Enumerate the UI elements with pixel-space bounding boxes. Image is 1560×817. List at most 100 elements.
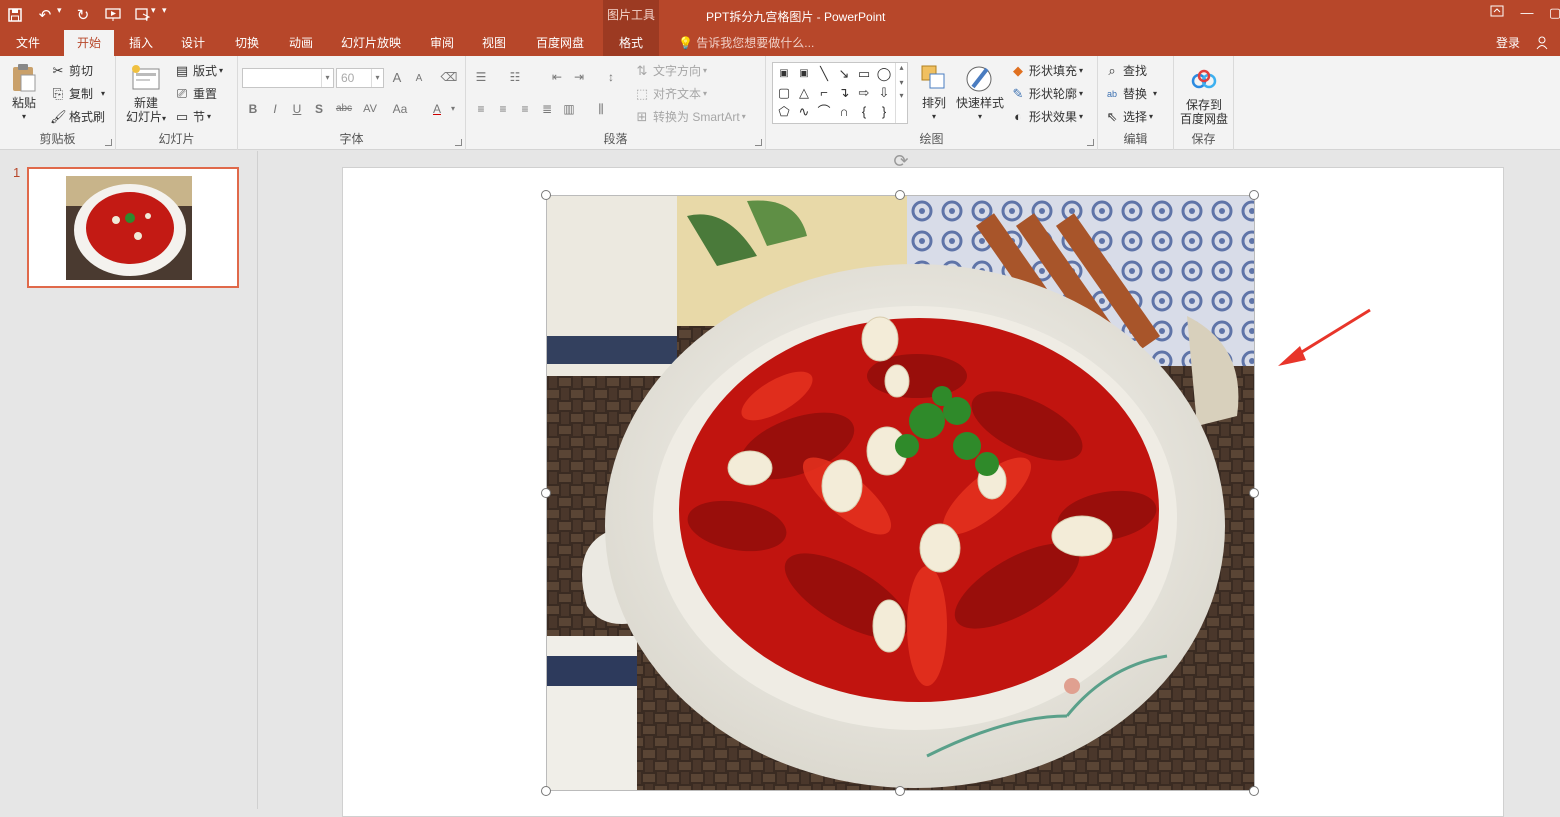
shape-effects-button[interactable]: ◐ 形状效果 ▾ — [1010, 108, 1083, 125]
drawing-launcher-icon[interactable] — [1087, 139, 1094, 146]
scribble-shape-icon[interactable]: ∿ — [795, 103, 813, 121]
slide-thumbnail[interactable] — [27, 167, 239, 288]
textbox-shape-icon[interactable]: ▣ — [775, 65, 793, 83]
shapes-gallery[interactable]: ▣ ▣ ╲ ↘ ▭ ◯ ▢ △ ⌐ ↴ ⇨ ⇩ ⬠ ∿ ⌒ ∩ { } ▴ ▾ ▾ — [772, 62, 908, 124]
tab-design[interactable]: 设计 — [170, 30, 216, 56]
select-button[interactable]: ⇖ 选择 ▾ — [1104, 108, 1153, 125]
find-button[interactable]: ⌕ 查找 — [1104, 62, 1147, 79]
undo-dropdown-icon[interactable]: ▾ — [57, 5, 62, 16]
character-spacing-button[interactable]: AV — [358, 100, 382, 118]
line-shape-icon[interactable]: ╲ — [815, 65, 833, 83]
share-icon[interactable] — [1536, 30, 1550, 56]
down-arrow-shape-icon[interactable]: ⇩ — [875, 84, 893, 102]
bold-button[interactable]: B — [244, 100, 262, 118]
curve-shape-icon[interactable]: ∩ — [835, 103, 853, 121]
replace-button[interactable]: ab 替换 ▾ — [1104, 85, 1157, 102]
rectangle-shape-icon[interactable]: ▭ — [855, 65, 873, 83]
start-from-beginning-icon[interactable] — [102, 4, 124, 26]
clipboard-launcher-icon[interactable] — [105, 139, 112, 146]
resize-handle-bottom-right[interactable] — [1249, 786, 1259, 796]
reset-button[interactable]: ⎚ 重置 — [174, 85, 217, 102]
minimize-icon[interactable]: — — [1516, 4, 1538, 22]
shadow-button[interactable]: S — [310, 100, 328, 118]
tab-transitions[interactable]: 切换 — [224, 30, 270, 56]
tab-format[interactable]: 格式 — [603, 30, 659, 56]
columns-icon[interactable]: ⫼ — [592, 100, 610, 118]
resize-handle-top[interactable] — [895, 190, 905, 200]
arrow-line-shape-icon[interactable]: ↘ — [835, 65, 853, 83]
tell-me-search[interactable]: 💡 告诉我您想要做什么... — [678, 30, 814, 56]
paste-dropdown-icon[interactable]: ▾ — [6, 110, 42, 124]
maximize-icon[interactable]: ▢ — [1544, 4, 1560, 22]
copy-dropdown-icon[interactable]: ▾ — [101, 89, 105, 98]
login-link[interactable]: 登录 — [1496, 30, 1520, 56]
shrink-font-button[interactable]: A — [410, 70, 428, 88]
redo-icon[interactable]: ↻ — [72, 4, 94, 26]
paragraph-launcher-icon[interactable] — [755, 139, 762, 146]
right-arrow-shape-icon[interactable]: ⇨ — [855, 84, 873, 102]
numbering-icon[interactable]: ☷ — [506, 68, 524, 86]
shape-outline-button[interactable]: ✎ 形状轮廓 ▾ — [1010, 85, 1083, 102]
right-brace-shape-icon[interactable]: } — [875, 103, 893, 121]
resize-handle-bottom[interactable] — [895, 786, 905, 796]
align-left-icon[interactable]: ≡ — [472, 100, 490, 118]
clear-formatting-icon[interactable]: ⌫ — [440, 68, 458, 86]
quick-styles-button[interactable]: 快速样式 ▾ — [954, 62, 1006, 124]
justify-icon[interactable]: ≣ — [538, 100, 556, 118]
format-painter-button[interactable]: 🖌 格式刷 — [50, 108, 105, 125]
text-direction-button[interactable]: ⇅ 文字方向 ▾ — [634, 62, 707, 79]
arrange-button[interactable]: 排列 ▾ — [914, 62, 954, 124]
triangle-shape-icon[interactable]: △ — [795, 84, 813, 102]
align-center-icon[interactable]: ≡ — [494, 100, 512, 118]
oval-shape-icon[interactable]: ◯ — [875, 65, 893, 83]
font-name-dropdown-icon[interactable]: ▾ — [321, 69, 333, 87]
rounded-rectangle-shape-icon[interactable]: ▢ — [775, 84, 793, 102]
gallery-more-icon[interactable]: ▾ — [896, 91, 907, 100]
font-color-dropdown-icon[interactable]: ▾ — [444, 100, 462, 118]
customize-qat-icon[interactable]: ▾ — [162, 5, 167, 16]
gallery-up-icon[interactable]: ▴ — [896, 63, 907, 72]
grow-font-button[interactable]: A — [388, 69, 406, 87]
resize-handle-left[interactable] — [541, 488, 551, 498]
align-right-icon[interactable]: ≡ — [516, 100, 534, 118]
strikethrough-button[interactable]: abc — [332, 100, 356, 118]
gallery-down-icon[interactable]: ▾ — [896, 78, 907, 87]
resize-handle-top-right[interactable] — [1249, 190, 1259, 200]
selected-picture[interactable] — [546, 195, 1255, 791]
arc-shape-icon[interactable]: ⌒ — [815, 103, 833, 121]
tab-review[interactable]: 审阅 — [420, 30, 464, 56]
distribute-icon[interactable]: ▥ — [560, 100, 578, 118]
bullets-icon[interactable]: ☰ — [472, 68, 490, 86]
tab-home[interactable]: 开始 — [64, 30, 114, 56]
tab-slideshow[interactable]: 幻灯片放映 — [333, 30, 409, 56]
shape-fill-button[interactable]: ◆ 形状填充 ▾ — [1010, 62, 1083, 79]
rotate-handle-icon[interactable]: ⟳ — [891, 151, 911, 171]
vertical-textbox-shape-icon[interactable]: ▣ — [795, 65, 813, 83]
tab-baidu-netdisk[interactable]: 百度网盘 — [526, 30, 594, 56]
paste-button[interactable]: 粘贴 ▾ — [6, 62, 42, 124]
line-spacing-icon[interactable]: ↕ — [602, 68, 620, 86]
tab-view[interactable]: 视图 — [472, 30, 516, 56]
font-launcher-icon[interactable] — [455, 139, 462, 146]
font-name-combo[interactable]: ▾ — [242, 68, 334, 88]
save-to-baidu-button[interactable]: 保存到 百度网盘 — [1176, 64, 1232, 126]
left-brace-shape-icon[interactable]: { — [855, 103, 873, 121]
font-size-combo[interactable]: 60 ▾ — [336, 68, 384, 88]
copy-button[interactable]: ⎘ 复制 ▾ — [50, 85, 105, 102]
resize-handle-bottom-left[interactable] — [541, 786, 551, 796]
elbow-arrow-shape-icon[interactable]: ↴ — [835, 84, 853, 102]
section-button[interactable]: ▭ 节 ▾ — [174, 108, 211, 125]
tab-animations[interactable]: 动画 — [278, 30, 324, 56]
resize-handle-right[interactable] — [1249, 488, 1259, 498]
tab-insert[interactable]: 插入 — [118, 30, 164, 56]
gallery-scroll[interactable]: ▴ ▾ ▾ — [895, 63, 907, 123]
touch-mode-dropdown-icon[interactable]: ▾ — [151, 5, 156, 16]
layout-button[interactable]: ▤ 版式 ▾ — [174, 62, 223, 79]
ribbon-display-options-icon[interactable] — [1486, 4, 1508, 22]
freeform-shape-icon[interactable]: ⬠ — [775, 103, 793, 121]
tab-file[interactable]: 文件 — [6, 30, 50, 56]
undo-icon[interactable]: ↶ — [34, 4, 56, 26]
align-text-button[interactable]: ⬚ 对齐文本 ▾ — [634, 85, 707, 102]
underline-button[interactable]: U — [288, 100, 306, 118]
new-slide-dropdown-icon[interactable]: ▾ — [162, 114, 166, 123]
